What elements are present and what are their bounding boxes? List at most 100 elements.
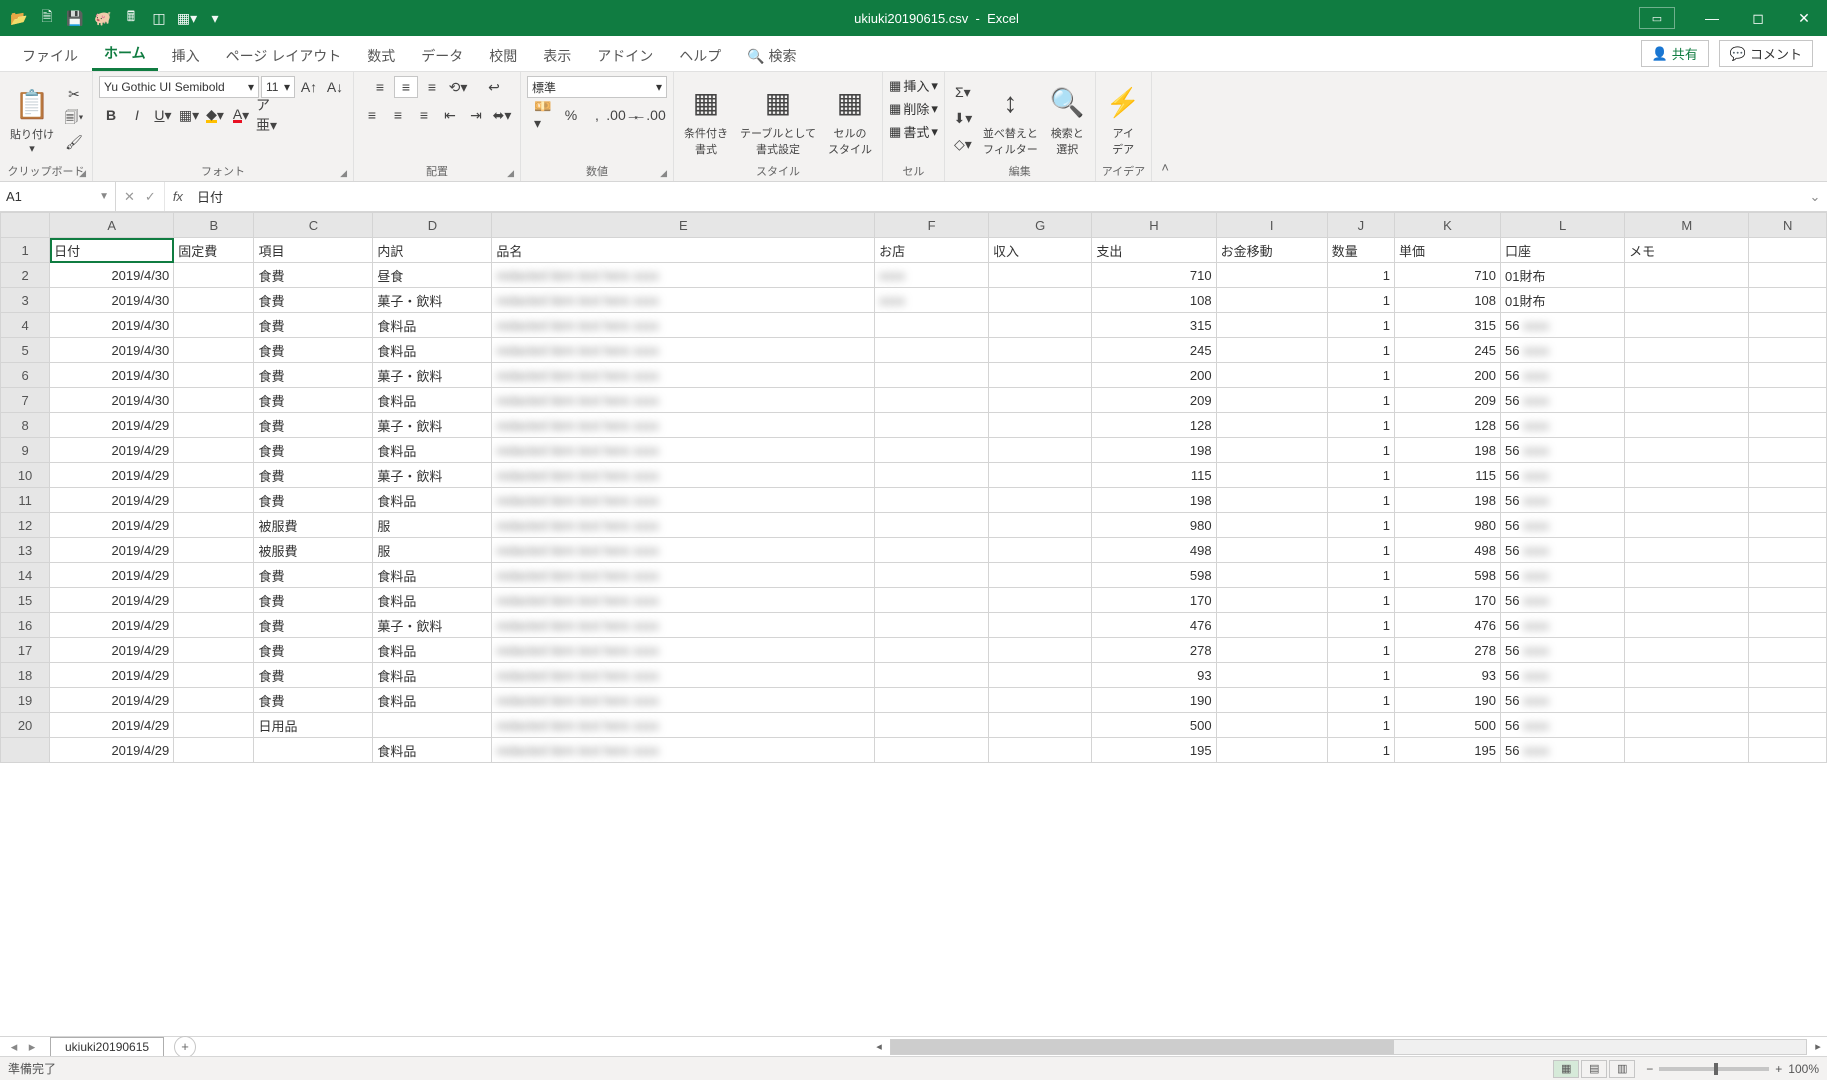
cell-C20[interactable]: 日用品	[254, 713, 373, 738]
cell-B7[interactable]	[174, 388, 254, 413]
maximize-icon[interactable]: ◻	[1735, 0, 1781, 36]
cell-E6[interactable]: redacted item text here xxxx	[492, 363, 875, 388]
cell-D14[interactable]: 食料品	[373, 563, 492, 588]
cell-E18[interactable]: redacted item text here xxxx	[492, 663, 875, 688]
cell-I6[interactable]	[1216, 363, 1327, 388]
align-bottom-icon[interactable]: ≡	[420, 76, 444, 98]
close-icon[interactable]: ✕	[1781, 0, 1827, 36]
row-header-21[interactable]	[1, 738, 50, 763]
cell-C4[interactable]: 食費	[254, 313, 373, 338]
cell-D4[interactable]: 食料品	[373, 313, 492, 338]
formula-input[interactable]: 日付	[191, 182, 1803, 211]
cell-M18[interactable]	[1625, 663, 1749, 688]
cell-E3[interactable]: redacted item text here xxxx	[492, 288, 875, 313]
cell-M5[interactable]	[1625, 338, 1749, 363]
tree-icon[interactable]: ◫	[148, 7, 170, 29]
cell-L6[interactable]: 56 xxxx	[1501, 363, 1625, 388]
cell-N20[interactable]	[1749, 713, 1827, 738]
row-header-16[interactable]: 16	[1, 613, 50, 638]
cell-J1[interactable]: 数量	[1327, 238, 1394, 263]
cell-G12[interactable]	[988, 513, 1091, 538]
cell-L12[interactable]: 56 xxxx	[1501, 513, 1625, 538]
cell-D5[interactable]: 食料品	[373, 338, 492, 363]
ideas-button[interactable]: ⚡アイ デア	[1102, 79, 1145, 159]
cell-A17[interactable]: 2019/4/29	[50, 638, 174, 663]
cell-C21[interactable]	[254, 738, 373, 763]
cell-M13[interactable]	[1625, 538, 1749, 563]
dialog-launcher-icon[interactable]: ◢	[340, 168, 347, 179]
row-header-9[interactable]: 9	[1, 438, 50, 463]
cell-B1[interactable]: 固定費	[174, 238, 254, 263]
cell-J4[interactable]: 1	[1327, 313, 1394, 338]
row-header-3[interactable]: 3	[1, 288, 50, 313]
cell-L21[interactable]: 56 xxxx	[1501, 738, 1625, 763]
cell-I10[interactable]	[1216, 463, 1327, 488]
align-left-icon[interactable]: ≡	[360, 104, 384, 126]
cell-I17[interactable]	[1216, 638, 1327, 663]
cell-L15[interactable]: 56 xxxx	[1501, 588, 1625, 613]
cell-H1[interactable]: 支出	[1092, 238, 1216, 263]
cell-N8[interactable]	[1749, 413, 1827, 438]
cell-E12[interactable]: redacted item text here xxxx	[492, 513, 875, 538]
tab-help[interactable]: ヘルプ	[667, 39, 733, 71]
cell-E16[interactable]: redacted item text here xxxx	[492, 613, 875, 638]
cell-L17[interactable]: 56 xxxx	[1501, 638, 1625, 663]
cell-B17[interactable]	[174, 638, 254, 663]
cell-H12[interactable]: 980	[1092, 513, 1216, 538]
cell-H20[interactable]: 500	[1092, 713, 1216, 738]
save-icon[interactable]: 💾	[64, 7, 86, 29]
cell-L18[interactable]: 56 xxxx	[1501, 663, 1625, 688]
cell-G2[interactable]	[988, 263, 1091, 288]
cell-H18[interactable]: 93	[1092, 663, 1216, 688]
tab-home[interactable]: ホーム	[92, 36, 158, 71]
cell-C8[interactable]: 食費	[254, 413, 373, 438]
cell-A20[interactable]: 2019/4/29	[50, 713, 174, 738]
cell-F19[interactable]	[875, 688, 989, 713]
bold-icon[interactable]: B	[99, 104, 123, 126]
cell-D15[interactable]: 食料品	[373, 588, 492, 613]
cell-F12[interactable]	[875, 513, 989, 538]
fill-icon[interactable]: ⬇▾	[951, 108, 975, 130]
cell-M11[interactable]	[1625, 488, 1749, 513]
cell-E4[interactable]: redacted item text here xxxx	[492, 313, 875, 338]
cell-L8[interactable]: 56 xxxx	[1501, 413, 1625, 438]
cell-A8[interactable]: 2019/4/29	[50, 413, 174, 438]
cell-F17[interactable]	[875, 638, 989, 663]
tab-data[interactable]: データ	[409, 39, 475, 71]
format-painter-icon[interactable]: 🖌	[62, 132, 86, 154]
cell-K2[interactable]: 710	[1395, 263, 1501, 288]
qat-more-icon[interactable]: ▾	[204, 7, 226, 29]
cell-B9[interactable]	[174, 438, 254, 463]
increase-font-icon[interactable]: A↑	[297, 76, 321, 98]
row-header-18[interactable]: 18	[1, 663, 50, 688]
cell-A4[interactable]: 2019/4/30	[50, 313, 174, 338]
cell-B20[interactable]	[174, 713, 254, 738]
cell-M17[interactable]	[1625, 638, 1749, 663]
cell-D13[interactable]: 服	[373, 538, 492, 563]
cell-L1[interactable]: 口座	[1501, 238, 1625, 263]
cell-A14[interactable]: 2019/4/29	[50, 563, 174, 588]
cell-L14[interactable]: 56 xxxx	[1501, 563, 1625, 588]
grid[interactable]: ABCDEFGHIJKLMN1日付固定費項目内訳品名お店収入支出お金移動数量単価…	[0, 212, 1827, 1036]
cell-F20[interactable]	[875, 713, 989, 738]
cell-F13[interactable]	[875, 538, 989, 563]
cell-D21[interactable]: 食料品	[373, 738, 492, 763]
cell-F21[interactable]	[875, 738, 989, 763]
cell-K10[interactable]: 115	[1395, 463, 1501, 488]
piggy-icon[interactable]: 🐖	[92, 7, 114, 29]
cell-G20[interactable]	[988, 713, 1091, 738]
cell-I20[interactable]	[1216, 713, 1327, 738]
cell-I11[interactable]	[1216, 488, 1327, 513]
cell-C1[interactable]: 項目	[254, 238, 373, 263]
dialog-launcher-icon[interactable]: ◢	[79, 168, 86, 179]
cell-L11[interactable]: 56 xxxx	[1501, 488, 1625, 513]
col-header-B[interactable]: B	[174, 213, 254, 238]
cell-B10[interactable]	[174, 463, 254, 488]
cell-D2[interactable]: 昼食	[373, 263, 492, 288]
cell-M15[interactable]	[1625, 588, 1749, 613]
cell-C13[interactable]: 被服費	[254, 538, 373, 563]
col-header-H[interactable]: H	[1092, 213, 1216, 238]
cell-N9[interactable]	[1749, 438, 1827, 463]
cell-C17[interactable]: 食費	[254, 638, 373, 663]
cell-D7[interactable]: 食料品	[373, 388, 492, 413]
